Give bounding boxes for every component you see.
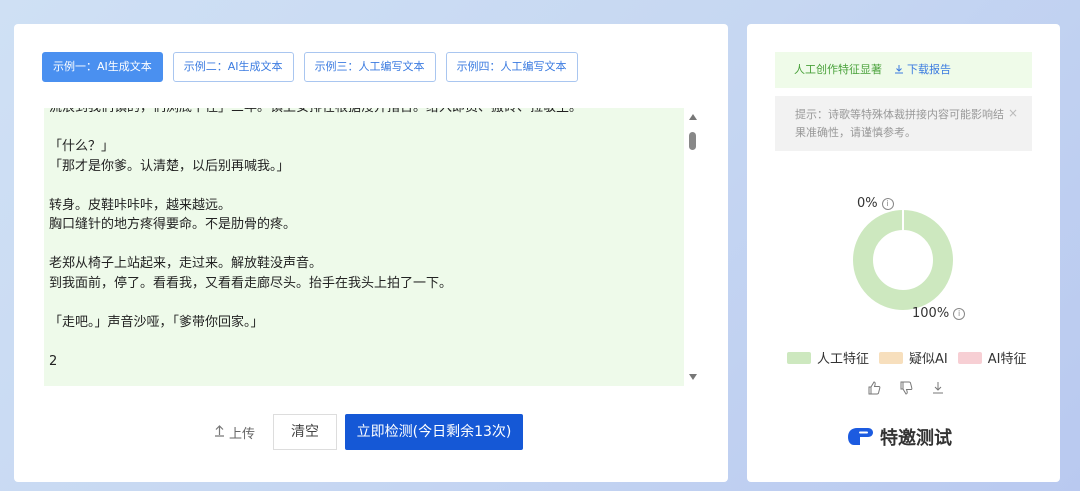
text-line: [49, 293, 676, 313]
pct-zero-value: 0%: [857, 196, 878, 211]
scroll-thumb[interactable]: [689, 132, 696, 150]
feedback-bar: [867, 381, 945, 395]
tab-example-1[interactable]: 示例一：AI生成文本: [42, 52, 163, 82]
tip-text: 提示：诗歌等特殊体裁拼接内容可能影响结果准确性，请谨慎参考。: [795, 108, 1004, 139]
text-line: 「走吧。」声音沙哑，「爹带你回家。」: [49, 314, 264, 330]
text-line: 老郑从椅子上站起来，走过来。解放鞋没声音。: [49, 256, 323, 271]
close-icon[interactable]: ×: [1008, 104, 1018, 122]
text-line: 「什么？」: [49, 139, 115, 154]
legend-label-ai: AI特征: [987, 352, 1027, 367]
tab-example-3[interactable]: 示例三：人工编写文本: [303, 52, 436, 82]
download-label: 下载报告: [907, 63, 951, 76]
brand-logo-icon: [848, 428, 873, 445]
text-line: [49, 235, 676, 255]
text-input-area[interactable]: 流浪到我们镇的，们浏底下住」三年。镇上安排在根据浸开措否。给入即员、搬砖、拉敬生…: [44, 108, 684, 386]
tip-box: 提示：诗歌等特殊体裁拼接内容可能影响结果准确性，请谨慎参考。 ×: [775, 96, 1032, 151]
text-line: 「那才是你爹。认清楚，以后别再喊我。」: [49, 158, 290, 174]
thumbs-down-icon[interactable]: [899, 381, 913, 395]
text-line: 到我面前，停了。看看我，又看看走廊尽头。抬手在我头上拍了一下。: [49, 275, 453, 291]
info-icon[interactable]: i: [953, 307, 966, 320]
thumbs-up-icon[interactable]: [867, 381, 881, 395]
chart-legend: 人工特征 疑似AI AI特征: [787, 348, 1026, 367]
upload-icon: [214, 424, 225, 440]
example-tabs: 示例一：AI生成文本 示例二：AI生成文本 示例三：人工编写文本 示例四：人工编…: [42, 52, 578, 82]
result-panel: 人工创作特征显著 下载报告 提示：诗歌等特殊体裁拼接内容可能影响结果准确性，请谨…: [747, 24, 1060, 482]
pct-label-bottom: 100% i: [912, 306, 966, 321]
text-line: [49, 118, 676, 138]
text-line: [49, 332, 676, 352]
tab-example-2[interactable]: 示例二：AI生成文本: [172, 52, 294, 82]
upload-button[interactable]: 上传: [214, 423, 255, 442]
legend-item-human: 人工特征: [787, 348, 869, 367]
legend-swatch-human: [787, 351, 811, 364]
download-report-link[interactable]: 下载报告: [894, 63, 951, 76]
text-line: 流浪到我们镇的，们浏底下住」三年。镇上安排在根据浸开措否。给入即员、搬砖、拉敬生…: [49, 108, 676, 118]
scroll-up-arrow[interactable]: [689, 114, 697, 120]
legend-swatch-ai: [957, 351, 982, 364]
editor-scrollbar[interactable]: [686, 108, 700, 386]
donut-slice-0: [853, 210, 953, 310]
feature-verdict: 人工创作特征显著: [794, 63, 882, 76]
text-line: 胸口缝针的地方疼得要命。不是肋骨的疼。: [49, 217, 297, 232]
text-line: [49, 176, 676, 196]
legend-label-human: 人工特征: [817, 352, 870, 367]
clear-button[interactable]: 清空: [273, 414, 338, 450]
scroll-down-arrow[interactable]: [689, 374, 697, 380]
info-icon[interactable]: i: [881, 197, 894, 210]
brand-name: 特邀测试: [880, 428, 952, 449]
pct-label-top: 0% i: [857, 196, 894, 211]
download-icon: [894, 65, 903, 74]
pct-full-value: 100%: [912, 306, 950, 321]
brand: 特邀测试: [846, 424, 952, 450]
export-icon[interactable]: [931, 381, 945, 395]
action-bar: 上传 清空 立即检测(今日剩余13次): [214, 414, 524, 450]
tab-example-4[interactable]: 示例四：人工编写文本: [445, 52, 578, 82]
input-panel: 示例一：AI生成文本 示例二：AI生成文本 示例三：人工编写文本 示例四：人工编…: [14, 24, 728, 482]
text-line: 2: [49, 353, 58, 369]
legend-item-suspect: 疑似AI: [879, 348, 948, 367]
legend-swatch-suspect: [879, 351, 904, 364]
text-line: 转身。皮鞋咔咔咔，越来越远。: [49, 197, 232, 213]
text-content: 流浪到我们镇的，们浏底下住」三年。镇上安排在根据浸开措否。给入即员、搬砖、拉敬生…: [49, 108, 676, 371]
legend-item-ai: AI特征: [957, 348, 1027, 367]
result-donut-chart: [853, 210, 953, 310]
detect-button[interactable]: 立即检测(今日剩余13次): [345, 414, 524, 450]
result-summary: 人工创作特征显著 下载报告: [775, 52, 1032, 88]
legend-label-suspect: 疑似AI: [909, 352, 948, 367]
upload-label: 上传: [229, 426, 256, 442]
